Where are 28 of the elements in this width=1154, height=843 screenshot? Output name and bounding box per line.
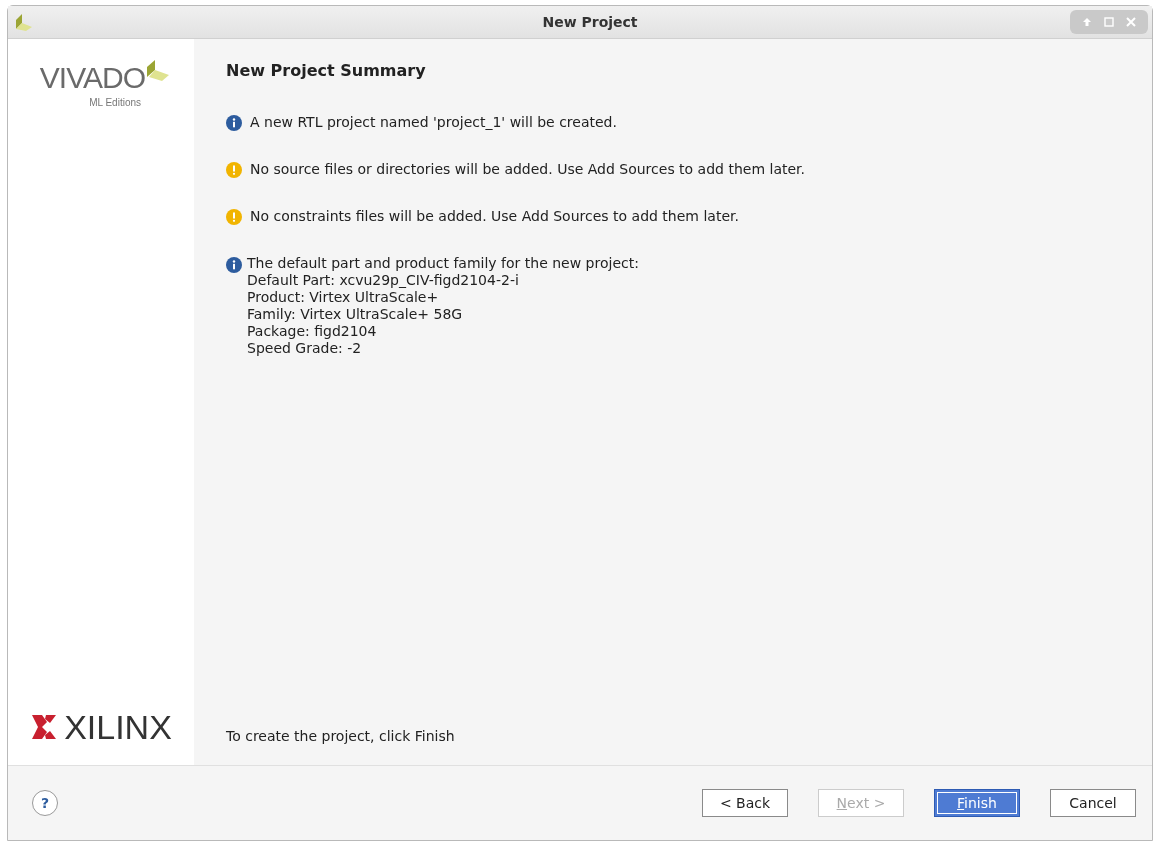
detail-line: Default Part: xcvu29p_CIV-figd2104-2-i [247,272,520,289]
dialog-button[interactable]: Cancel [1050,789,1136,817]
warning-icon [226,209,242,225]
maximize-icon[interactable] [1104,17,1114,27]
product-logo-subtitle: ML Editions [89,96,141,110]
company-logo-text: XILINX [64,709,172,745]
info-icon [226,115,242,131]
x-logo-icon [30,715,57,739]
dialog-button[interactable]: < Back [702,789,788,817]
footer-note: To create the project, click Finish [226,727,456,746]
warning-icon [226,162,242,178]
dialog-button[interactable]: Finish [934,789,1020,817]
detail-line: Family: Virtex UltraScale+ 58G [247,306,464,323]
page-heading: New Project Summary [226,60,427,82]
product-logo-text: VIVADO [39,61,145,95]
leaf-logo-icon [145,57,171,83]
message-text: No source files or directories will be added. Use Add Sources to add them later. [250,161,805,178]
message-text: No constraints files will be added. Use Add Sources to add them later. [250,208,739,225]
detail-line: Package: figd2104 [247,323,378,340]
window-title: New Project [542,12,638,32]
close-icon[interactable] [1126,17,1136,27]
detail-line: Product: Virtex UltraScale+ [247,289,440,306]
message-text: A new RTL project named 'project_1' will be created. [250,114,617,131]
message-text: The default part and product family for the new project: [247,255,639,272]
detail-line: Speed Grade: -2 [247,340,363,357]
info-icon [226,257,242,273]
help-button[interactable]: ? [32,790,58,816]
shade-icon[interactable] [1082,17,1092,27]
